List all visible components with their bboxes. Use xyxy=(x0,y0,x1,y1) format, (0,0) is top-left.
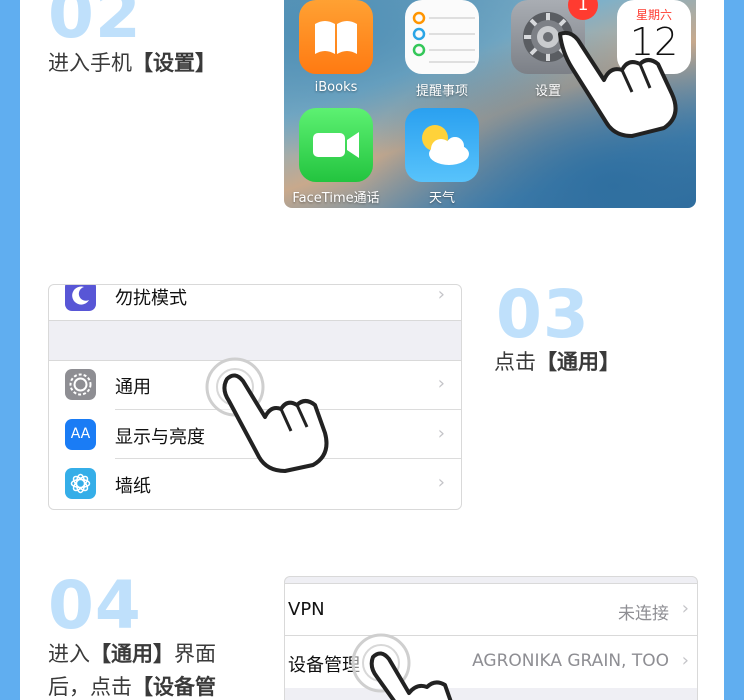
settings-row-label: 显示与亮度 xyxy=(115,427,205,448)
step-03-text: 点击 xyxy=(494,350,536,374)
step-04-number: 04 xyxy=(48,567,142,644)
weather-app[interactable] xyxy=(405,108,479,182)
facetime-icon xyxy=(313,132,359,158)
step-02-number: 02 xyxy=(48,0,142,53)
step-04-text: 进入 xyxy=(48,642,90,666)
step-03-instruction: 点击【通用】 xyxy=(494,346,620,379)
pointing-hand-icon xyxy=(558,30,678,138)
reminders-icon xyxy=(412,11,475,63)
moon-icon xyxy=(65,285,96,311)
step-02-instruction: 进入手机【设置】 xyxy=(48,47,216,80)
step-04-bold: 【通用】 xyxy=(90,642,174,666)
chevron-right-icon: › xyxy=(437,284,445,305)
settings-row-label: 通用 xyxy=(115,377,151,398)
step-04-text-2: 后，点击 xyxy=(48,675,132,699)
settings-row-do-not-disturb[interactable]: 勿扰模式 › xyxy=(49,284,461,320)
weather-label: 天气 xyxy=(428,191,455,206)
chevron-right-icon: › xyxy=(437,423,445,444)
step-04-line-1: 进入【通用】界面 xyxy=(48,638,216,671)
general-settings-list: VPN 未连接 › 设备管理 AGRONIKA GRAIN, TOO › xyxy=(284,576,698,700)
facetime-app[interactable] xyxy=(299,108,373,182)
step-04-text-suffix: 界面 xyxy=(174,642,216,666)
chevron-right-icon: › xyxy=(437,373,445,394)
chevron-right-icon: › xyxy=(681,598,689,619)
wallpaper-icon xyxy=(65,468,96,499)
step-02-text: 进入手机 xyxy=(48,51,132,75)
step-04-line-2: 后，点击【设备管 xyxy=(48,671,216,700)
step-03-bold: 【通用】 xyxy=(536,350,620,374)
chevron-right-icon: › xyxy=(681,650,689,671)
gear-icon xyxy=(65,369,96,400)
step-03-number: 03 xyxy=(496,276,590,353)
tap-hand-icon xyxy=(205,357,329,473)
tutorial-sheet: 02 进入手机【设置】 iBooks 提醒事项 1 设置 星期六 12 Face… xyxy=(20,0,724,700)
settings-row-label: 勿扰模式 xyxy=(115,288,187,309)
reminders-label: 提醒事项 xyxy=(415,84,468,99)
ibooks-label: iBooks xyxy=(314,80,358,95)
settings-row-label: 墙纸 xyxy=(115,476,151,497)
facetime-label: FaceTime通话 xyxy=(292,191,380,206)
vpn-status: 未连接 xyxy=(618,604,669,624)
vpn-label: VPN xyxy=(288,599,325,620)
step-04-instruction: 进入【通用】界面 后，点击【设备管 xyxy=(48,638,216,700)
weather-icon xyxy=(422,125,469,165)
chevron-right-icon: › xyxy=(437,472,445,493)
step-04-bold-2: 【设备管 xyxy=(132,675,216,699)
reminders-app[interactable] xyxy=(405,0,479,74)
settings-list: 勿扰模式 › 通用 › AA 显示与亮度 › 墙纸 › xyxy=(48,284,462,510)
display-icon-text: AA xyxy=(70,426,91,442)
display-brightness-icon: AA xyxy=(65,419,96,450)
phone-home-screen: iBooks 提醒事项 1 设置 星期六 12 FaceTime通话 天气 xyxy=(284,0,696,208)
ibooks-icon xyxy=(315,21,357,54)
tap-hand-icon xyxy=(351,633,453,700)
ibooks-app[interactable] xyxy=(299,0,373,74)
step-02-bold: 【设置】 xyxy=(132,51,216,75)
device-management-value: AGRONIKA GRAIN, TOO xyxy=(472,651,669,671)
